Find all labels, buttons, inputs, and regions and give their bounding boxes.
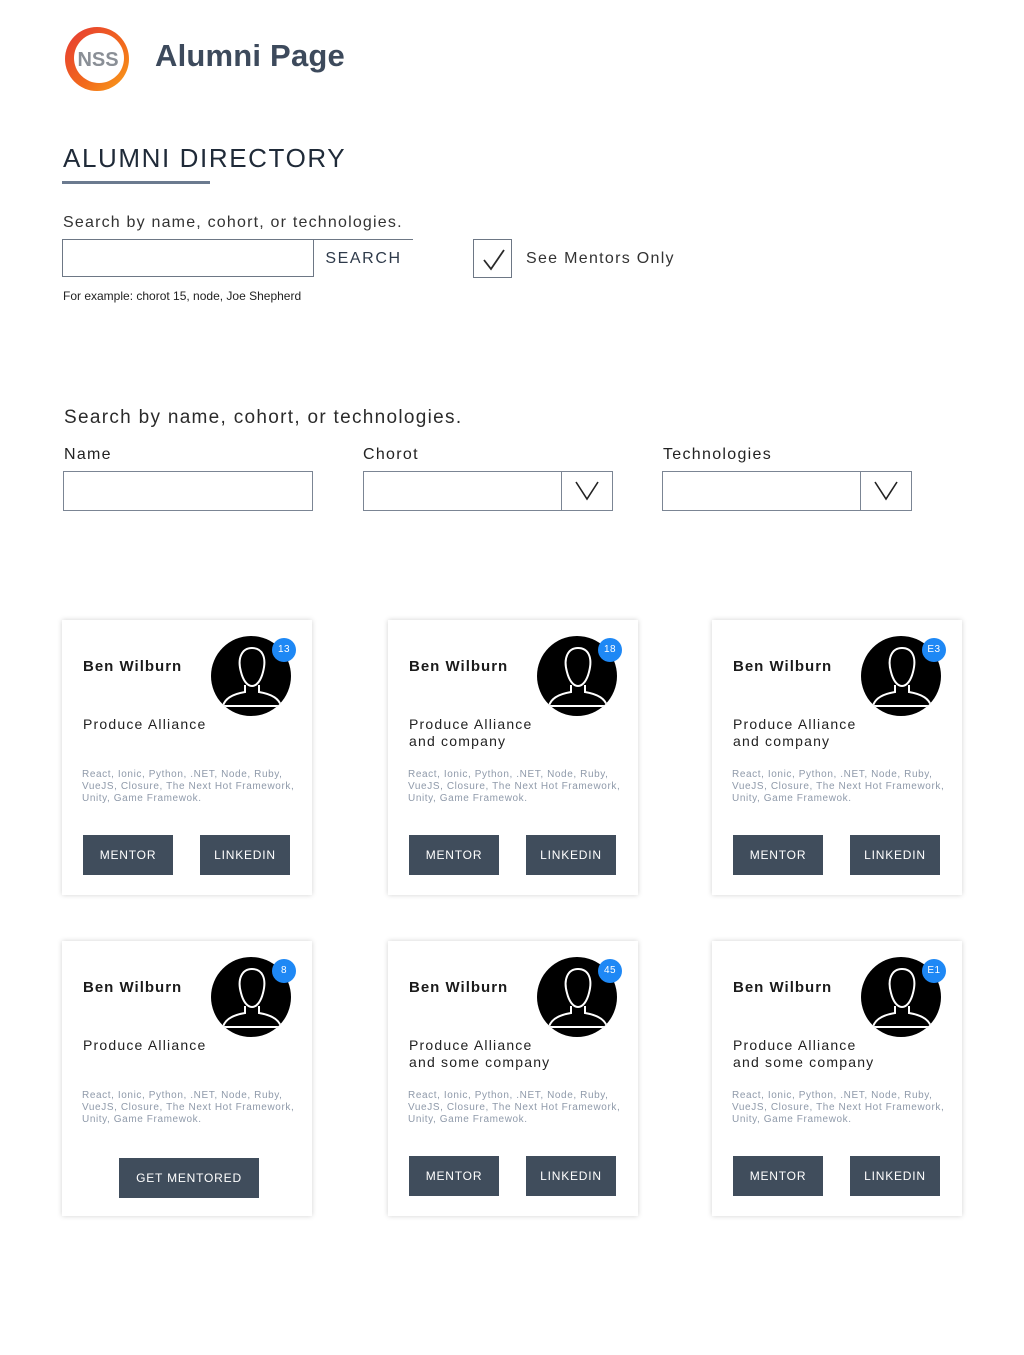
alumni-technologies: React, Ionic, Python, .NET, Node, Ruby, … <box>408 1090 621 1125</box>
alumni-card: Ben Wilburn 13 Produce Alliance React, Ioni… <box>62 620 312 895</box>
alumni-company: Produce Alliance and company <box>409 716 533 749</box>
alumni-card: Ben Wilburn E1 Produce Alliance and some c… <box>712 941 962 1216</box>
alumni-name: Ben Wilburn <box>83 979 183 996</box>
cohort-filter-label: Chorot <box>363 446 419 463</box>
chevron-down-icon <box>575 481 599 501</box>
mentor-button[interactable]: MENTOR <box>83 835 173 875</box>
mentor-button[interactable]: MENTOR <box>733 1156 823 1196</box>
mentor-button[interactable]: MENTOR <box>409 835 499 875</box>
mentors-only-label: See Mentors Only <box>526 250 675 267</box>
nss-logo[interactable]: NSS <box>63 25 131 93</box>
mentor-button[interactable]: MENTOR <box>409 1156 499 1196</box>
alumni-company: Produce Alliance <box>83 716 207 732</box>
alumni-technologies: React, Ionic, Python, .NET, Node, Ruby, … <box>732 1090 945 1125</box>
cohort-badge: 18 <box>598 638 622 662</box>
filter-title: Search by name, cohort, or technologies. <box>64 407 463 428</box>
mentors-only-checkbox[interactable] <box>473 239 512 278</box>
alumni-technologies: React, Ionic, Python, .NET, Node, Ruby, … <box>408 769 621 804</box>
alumni-card: Ben Wilburn 18 Produce Alliance and compan… <box>388 620 638 895</box>
cohort-filter-select[interactable] <box>363 471 613 511</box>
linkedin-button[interactable]: LINKEDIN <box>850 835 940 875</box>
linkedin-button[interactable]: LINKEDIN <box>526 1156 616 1196</box>
cohort-badge: E3 <box>922 638 946 662</box>
cohort-dropdown-toggle[interactable] <box>561 472 612 510</box>
alumni-name: Ben Wilburn <box>83 658 183 675</box>
search-input[interactable] <box>63 240 311 276</box>
cohort-badge: 8 <box>272 959 296 983</box>
technologies-filter-label: Technologies <box>663 446 772 463</box>
alumni-name: Ben Wilburn <box>409 979 509 996</box>
mentor-button[interactable]: MENTOR <box>733 835 823 875</box>
checkmark-icon <box>483 249 505 271</box>
search-label: Search by name, cohort, or technologies. <box>63 214 403 231</box>
linkedin-button[interactable]: LINKEDIN <box>850 1156 940 1196</box>
search-example-text: For example: chorot 15, node, Joe Shephe… <box>63 289 302 303</box>
heading-underline <box>62 181 210 184</box>
alumni-card: Ben Wilburn 45 Produce Alliance and some c… <box>388 941 638 1216</box>
search-button[interactable]: SEARCH <box>314 240 413 277</box>
alumni-card: Ben Wilburn E3 Produce Alliance and compan… <box>712 620 962 895</box>
cohort-badge: 45 <box>598 959 622 983</box>
alumni-card: Ben Wilburn 8 Produce Alliance React, Ionic… <box>62 941 312 1216</box>
alumni-technologies: React, Ionic, Python, .NET, Node, Ruby, … <box>732 769 945 804</box>
name-filter-label: Name <box>64 446 112 463</box>
alumni-company: Produce Alliance and some company <box>733 1037 875 1070</box>
svg-text:NSS: NSS <box>77 49 118 71</box>
cohort-badge: E1 <box>922 959 946 983</box>
get-mentored-button[interactable]: GET MENTORED <box>119 1158 259 1198</box>
alumni-company: Produce Alliance and company <box>733 716 857 749</box>
alumni-company: Produce Alliance and some company <box>409 1037 551 1070</box>
name-filter-input[interactable] <box>64 472 312 510</box>
app-title: Alumni Page <box>155 38 345 73</box>
chevron-down-icon <box>874 481 898 501</box>
cohort-badge: 13 <box>272 638 296 662</box>
alumni-name: Ben Wilburn <box>733 658 833 675</box>
alumni-name: Ben Wilburn <box>733 979 833 996</box>
alumni-name: Ben Wilburn <box>409 658 509 675</box>
alumni-company: Produce Alliance <box>83 1037 207 1053</box>
linkedin-button[interactable]: LINKEDIN <box>200 835 290 875</box>
technologies-filter-select[interactable] <box>662 471 912 511</box>
technologies-dropdown-toggle[interactable] <box>860 472 911 510</box>
name-filter-field <box>63 471 313 511</box>
linkedin-button[interactable]: LINKEDIN <box>526 835 616 875</box>
alumni-technologies: React, Ionic, Python, .NET, Node, Ruby, … <box>82 769 295 804</box>
alumni-technologies: React, Ionic, Python, .NET, Node, Ruby, … <box>82 1090 295 1125</box>
directory-heading: ALUMNI DIRECTORY <box>63 143 347 173</box>
